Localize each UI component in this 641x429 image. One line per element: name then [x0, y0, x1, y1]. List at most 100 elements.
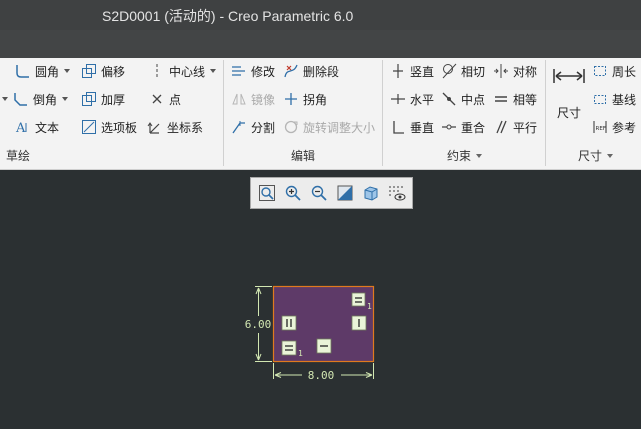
equal-constraint-icon [492, 90, 510, 108]
group-label-dimension[interactable]: 尺寸 [578, 147, 614, 164]
delete-segment-button[interactable]: 删除段 [282, 60, 339, 82]
fillet-icon [14, 62, 32, 80]
constrain-group-dropdown-icon[interactable] [476, 153, 483, 158]
midpoint-constraint-button[interactable]: 中点 [440, 88, 485, 110]
equal-constraint-subscript-bottom: 1 [298, 349, 303, 358]
point-button[interactable]: 点 [148, 88, 181, 110]
group-label-constrain[interactable]: 约束 [447, 147, 483, 164]
group-label-constrain-text: 约束 [447, 149, 472, 163]
reference-icon: REF [591, 118, 609, 136]
offset-label: 偏移 [101, 64, 126, 79]
text-button[interactable]: A 文本 [14, 116, 59, 138]
mirror-icon [230, 90, 248, 108]
centerline-icon [148, 62, 166, 80]
palette-label: 选项板 [101, 120, 138, 135]
perpendicular-constraint-label: 垂直 [410, 120, 435, 135]
point-icon [148, 90, 166, 108]
midpoint-constraint-label: 中点 [461, 92, 486, 107]
coordinate-system-button[interactable]: 坐标系 [146, 116, 203, 138]
dimension-group-dropdown-icon[interactable] [607, 153, 614, 158]
rotate-resize-label: 旋转调整大小 [303, 120, 376, 135]
equal-constraint-marker-top[interactable] [351, 292, 366, 307]
graphics-area[interactable]: 8.00 6.00 1 1 [0, 171, 641, 429]
reference-label: 参考 [612, 120, 637, 135]
symmetric-constraint-label: 对称 [513, 64, 538, 79]
symmetric-constraint-button[interactable]: 对称 [492, 60, 537, 82]
group-label-sketch-text: 草绘 [6, 149, 31, 163]
vertical-constraint-button[interactable]: 竖直 [389, 60, 434, 82]
chamfer-expand-icon[interactable] [2, 97, 8, 101]
perpendicular-constraint-icon [389, 118, 407, 136]
centerline-label: 中心线 [169, 64, 206, 79]
perimeter-button[interactable]: 周长 [591, 60, 636, 82]
point-label: 点 [169, 92, 182, 107]
chamfer-dropdown-icon[interactable] [62, 97, 69, 101]
fillet-label: 圆角 [35, 64, 60, 79]
palette-button[interactable]: 选项板 [80, 116, 137, 138]
dimension-big-button[interactable]: 尺寸 [552, 64, 586, 124]
baseline-button[interactable]: 基线 [591, 88, 636, 110]
group-separator [382, 60, 383, 166]
group-separator [545, 60, 546, 166]
graphics-toolbar [250, 177, 413, 209]
thicken-button[interactable]: 加厚 [80, 88, 125, 110]
rotate-resize-icon [282, 118, 300, 136]
symmetric-constraint-icon [492, 62, 510, 80]
tangent-constraint-icon [440, 62, 458, 80]
perpendicular-constraint-button[interactable]: 垂直 [389, 116, 434, 138]
corner-button[interactable]: 拐角 [282, 88, 327, 110]
centerline-button[interactable]: 中心线 [148, 60, 217, 82]
display-style-icon[interactable] [360, 182, 382, 204]
vertical-constraint-label: 竖直 [410, 64, 435, 79]
divide-label: 分割 [251, 120, 276, 135]
horizontal-constraint-button[interactable]: 水平 [389, 88, 434, 110]
divide-icon [230, 118, 248, 136]
parallel-constraint-icon [492, 118, 510, 136]
corner-icon [282, 90, 300, 108]
fillet-dropdown-icon[interactable] [64, 69, 71, 73]
refit-icon[interactable] [256, 182, 278, 204]
reference-button[interactable]: REF 参考 [591, 116, 636, 138]
rotate-resize-button[interactable]: 旋转调整大小 [282, 116, 375, 138]
delete-segment-label: 删除段 [303, 64, 340, 79]
group-label-edit: 编辑 [291, 147, 315, 164]
dimension-label: 尺寸 [557, 106, 582, 120]
height-dimension-value[interactable]: 6.00 [245, 318, 272, 331]
sketch-canvas[interactable]: 8.00 6.00 1 1 [0, 171, 641, 429]
corner-label: 拐角 [303, 92, 328, 107]
modify-label: 修改 [251, 64, 276, 79]
text-label: 文本 [35, 120, 60, 135]
divide-button[interactable]: 分割 [230, 116, 275, 138]
horizontal-constraint-icon [389, 90, 407, 108]
equal-constraint-subscript: 1 [367, 302, 372, 311]
ribbon: 圆角 倒角 A 文本 偏移 加厚 选项板 中心线 点 坐标系 草绘 修改 镜像 … [0, 58, 641, 170]
tangent-constraint-button[interactable]: 相切 [440, 60, 485, 82]
window-title: S2D0001 (活动的) - Creo Parametric 6.0 [102, 8, 354, 24]
parallel-constraint-button[interactable]: 平行 [492, 116, 537, 138]
fillet-button[interactable]: 圆角 [14, 60, 71, 82]
sketcher-display-filter-icon[interactable] [386, 182, 408, 204]
mirror-label: 镜像 [251, 92, 276, 107]
width-dimension-value[interactable]: 8.00 [308, 369, 335, 382]
vertical-constraint-marker-left[interactable] [281, 315, 297, 331]
modify-icon [230, 62, 248, 80]
zoom-out-icon[interactable] [308, 182, 330, 204]
offset-button[interactable]: 偏移 [80, 60, 125, 82]
equal-constraint-marker-bottom[interactable] [281, 340, 297, 356]
centerline-dropdown-icon[interactable] [210, 69, 217, 73]
thicken-label: 加厚 [101, 92, 126, 107]
thicken-icon [80, 90, 98, 108]
coordinate-system-label: 坐标系 [167, 120, 204, 135]
equal-constraint-button[interactable]: 相等 [492, 88, 537, 110]
mirror-button[interactable]: 镜像 [230, 88, 275, 110]
chamfer-button[interactable]: 倒角 [2, 88, 69, 110]
modify-button[interactable]: 修改 [230, 60, 275, 82]
coincident-constraint-label: 重合 [461, 120, 486, 135]
zoom-in-icon[interactable] [282, 182, 304, 204]
vertical-constraint-icon [389, 62, 407, 80]
horizontal-constraint-marker[interactable] [316, 338, 332, 354]
vertical-constraint-marker-right[interactable] [351, 315, 367, 331]
coincident-constraint-button[interactable]: 重合 [440, 116, 485, 138]
repaint-icon[interactable] [334, 182, 356, 204]
palette-icon [80, 118, 98, 136]
